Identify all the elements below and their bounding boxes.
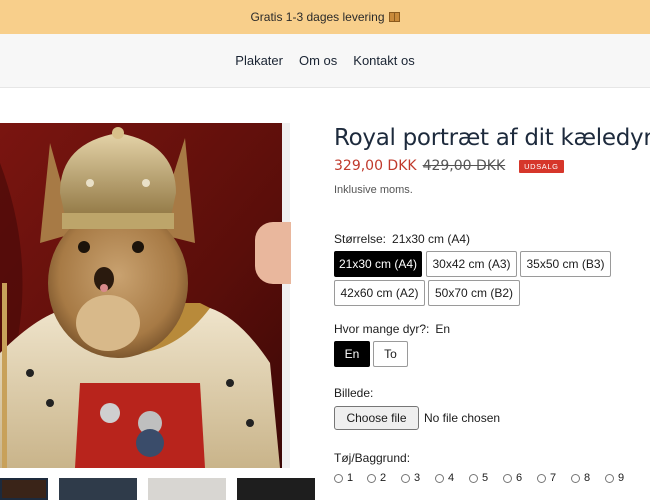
thumbnail-strip — [0, 478, 320, 500]
sale-price: 329,00 DKK — [334, 158, 417, 174]
announcement-bar: Gratis 1-3 dages levering — [0, 0, 650, 34]
announcement-text: Gratis 1-3 dages levering — [250, 10, 385, 24]
nav-item-kontakt-os[interactable]: Kontakt os — [353, 53, 414, 68]
size-chip-42x60[interactable]: 42x60 cm (A2) — [334, 280, 425, 306]
package-icon — [388, 12, 400, 22]
tax-note: Inklusive moms. — [334, 184, 413, 196]
radio-circle-icon[interactable] — [334, 473, 343, 483]
bg-radio-7[interactable]: 7 — [537, 472, 556, 484]
pets-chip-en[interactable]: En — [334, 341, 370, 367]
size-label: Størrelse: — [334, 232, 387, 246]
pets-option-label: Hvor mange dyr?: En — [334, 322, 450, 336]
bg-radio-8[interactable]: 8 — [571, 472, 590, 484]
size-chip-50x70[interactable]: 50x70 cm (B2) — [428, 280, 520, 306]
pets-chip-to[interactable]: To — [373, 341, 408, 367]
radio-circle-icon[interactable] — [571, 473, 580, 483]
bg-radio-6[interactable]: 6 — [503, 472, 522, 484]
size-chip-21x30[interactable]: 21x30 cm (A4) — [334, 251, 422, 277]
pets-label: Hvor mange dyr?: — [334, 322, 430, 336]
nav-item-om-os[interactable]: Om os — [299, 53, 337, 68]
bg-radio-3[interactable]: 3 — [401, 472, 420, 484]
thumbnail-4[interactable] — [237, 478, 315, 500]
radio-circle-icon[interactable] — [469, 473, 478, 483]
royal-dog-portrait — [0, 123, 290, 468]
product-image[interactable] — [0, 123, 290, 468]
price-row: 329,00 DKK 429,00 DKK UDSALG — [334, 158, 564, 174]
radio-circle-icon[interactable] — [605, 473, 614, 483]
background-radio-group: 1 2 3 4 5 6 7 8 9 — [334, 472, 650, 486]
radio-circle-icon[interactable] — [401, 473, 410, 483]
file-status: No file chosen — [424, 411, 501, 425]
header-nav: Plakater Om os Kontakt os — [0, 34, 650, 88]
radio-circle-icon[interactable] — [435, 473, 444, 483]
size-option-label: Størrelse: 21x30 cm (A4) — [334, 232, 470, 246]
bg-radio-1[interactable]: 1 — [334, 472, 353, 484]
thumbnail-3[interactable] — [148, 478, 226, 500]
product-title: Royal portræt af dit kæledyr — [334, 125, 650, 151]
size-chip-30x42[interactable]: 30x42 cm (A3) — [426, 251, 517, 277]
hand-holding-poster — [255, 222, 291, 284]
nav-item-plakater[interactable]: Plakater — [235, 53, 283, 68]
choose-file-button[interactable]: Choose file — [334, 406, 419, 430]
radio-circle-icon[interactable] — [367, 473, 376, 483]
thumbnail-1[interactable] — [0, 478, 48, 500]
thumbnail-2[interactable] — [59, 478, 137, 500]
sale-badge: UDSALG — [519, 159, 564, 173]
size-selected-value: 21x30 cm (A4) — [392, 232, 471, 246]
pets-selected-value: En — [435, 322, 451, 336]
radio-circle-icon[interactable] — [537, 473, 546, 483]
bg-radio-4[interactable]: 4 — [435, 472, 454, 484]
size-chip-35x50[interactable]: 35x50 cm (B3) — [520, 251, 611, 277]
bg-radio-2[interactable]: 2 — [367, 472, 386, 484]
background-label: Tøj/Baggrund: — [334, 451, 411, 465]
compare-price: 429,00 DKK — [422, 158, 506, 174]
radio-circle-icon[interactable] — [503, 473, 512, 483]
bg-radio-9[interactable]: 9 — [605, 472, 624, 484]
image-label: Billede: — [334, 386, 374, 400]
bg-radio-5[interactable]: 5 — [469, 472, 488, 484]
